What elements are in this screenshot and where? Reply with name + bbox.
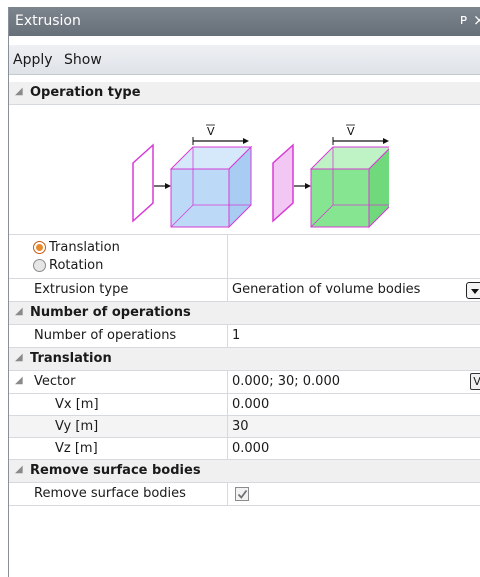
- category-number-of-operations[interactable]: ◢ Number of operations: [9, 302, 480, 325]
- apply-button[interactable]: Apply: [13, 52, 53, 68]
- number-of-operations-field[interactable]: 1: [227, 325, 480, 347]
- title-bar: Extrusion ᴘ ×: [9, 7, 480, 36]
- category-label: Number of operations: [30, 305, 191, 320]
- extrusion-type-value[interactable]: Generation of volume bodies: [232, 282, 420, 297]
- vy-value[interactable]: 30: [232, 419, 249, 434]
- remove-surface-bodies-label: Remove surface bodies: [34, 486, 186, 501]
- surface-face-right: [272, 143, 294, 223]
- radio-rotation-label: Rotation: [49, 258, 104, 273]
- vx-row: Vx [m] 0.000: [9, 394, 480, 416]
- close-icon[interactable]: ×: [473, 11, 480, 29]
- extrusion-type-label: Extrusion type: [34, 282, 129, 297]
- vector-label: Vector: [34, 374, 76, 389]
- vector-row: ◢ Vector 0.000; 30; 0.000 V: [9, 371, 480, 394]
- category-label: Operation type: [30, 85, 141, 100]
- radio-unchecked-icon[interactable]: [33, 259, 46, 272]
- radio-translation-label: Translation: [49, 240, 120, 255]
- number-of-operations-value[interactable]: 1: [232, 328, 240, 343]
- check-icon: [237, 489, 248, 499]
- vx-value[interactable]: 0.000: [232, 397, 269, 412]
- collapse-triangle-icon[interactable]: ◢: [15, 306, 23, 317]
- vy-label: Vy [m]: [55, 419, 99, 434]
- radio-translation[interactable]: Translation: [33, 240, 120, 255]
- surface-face-left: [132, 143, 154, 223]
- vz-row: Vz [m] 0.000: [9, 438, 480, 460]
- collapse-triangle-icon[interactable]: ◢: [15, 352, 23, 363]
- number-of-operations-row: Number of operations 1: [9, 325, 480, 348]
- remove-surface-bodies-value-cell: [227, 483, 480, 505]
- category-translation[interactable]: ◢ Translation: [9, 348, 480, 371]
- number-of-operations-label: Number of operations: [34, 328, 177, 343]
- vector-pick-button[interactable]: V: [470, 373, 480, 390]
- vz-label: Vz [m]: [55, 441, 98, 456]
- vy-row: Vy [m] 30: [9, 416, 480, 438]
- show-button[interactable]: Show: [64, 52, 102, 68]
- radio-value-cell: [227, 235, 480, 278]
- radio-checked-icon[interactable]: [33, 241, 46, 254]
- panel-title: Extrusion: [15, 13, 81, 29]
- category-remove-surface-bodies[interactable]: ◢ Remove surface bodies: [9, 460, 480, 483]
- vz-value[interactable]: 0.000: [232, 441, 269, 456]
- operation-illustration-row: V V: [9, 105, 480, 235]
- radio-rotation[interactable]: Rotation: [33, 258, 103, 273]
- vy-field[interactable]: 30: [227, 416, 480, 437]
- category-label: Remove surface bodies: [30, 463, 201, 478]
- collapse-triangle-icon[interactable]: ◢: [15, 375, 23, 386]
- category-label: Translation: [30, 351, 112, 366]
- category-operation-type[interactable]: ◢ Operation type: [9, 82, 480, 105]
- collapse-triangle-icon[interactable]: ◢: [15, 464, 23, 475]
- extrusion-panel: Extrusion ᴘ × Apply Show ◢ Operation typ…: [8, 7, 480, 577]
- extrusion-illustration: V V: [132, 124, 389, 229]
- remove-surface-bodies-row: Remove surface bodies: [9, 483, 480, 506]
- vx-label: Vx [m]: [55, 397, 99, 412]
- pin-icon[interactable]: ᴘ: [460, 12, 467, 28]
- vx-field[interactable]: 0.000: [227, 394, 480, 415]
- toolbar: Apply Show: [9, 45, 480, 75]
- operation-type-radio-row: Translation Rotation: [9, 235, 480, 279]
- remove-surface-bodies-checkbox[interactable]: [235, 487, 249, 501]
- vz-field[interactable]: 0.000: [227, 438, 480, 459]
- collapse-triangle-icon[interactable]: ◢: [15, 86, 23, 97]
- vector-label-left: V: [207, 125, 215, 138]
- extrusion-type-row: Extrusion type Generation of volume bodi…: [9, 279, 480, 302]
- vector-value[interactable]: 0.000; 30; 0.000: [232, 374, 340, 389]
- vector-field[interactable]: 0.000; 30; 0.000 V: [227, 371, 480, 393]
- extrusion-type-value-cell[interactable]: Generation of volume bodies: [227, 279, 480, 301]
- chevron-down-icon[interactable]: [466, 282, 480, 299]
- vector-label-right: V: [347, 125, 355, 138]
